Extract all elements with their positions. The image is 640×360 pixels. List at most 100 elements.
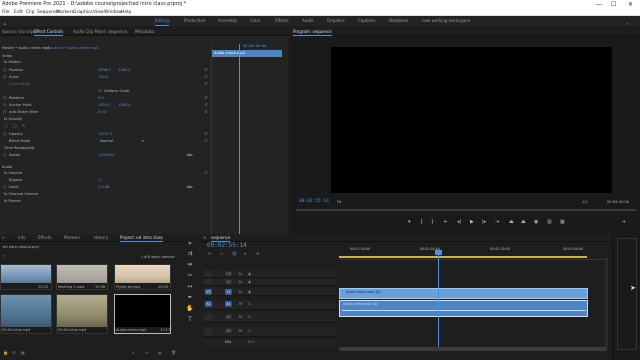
reset-icon[interactable]: ↺	[204, 81, 207, 86]
workspace-effects[interactable]: Effects	[275, 16, 289, 26]
workspace-productive[interactable]: Productive	[184, 16, 205, 26]
stopwatch-icon[interactable]: ◷	[3, 75, 7, 79]
workspace-assembly[interactable]: Assembly	[218, 16, 237, 26]
ec-clip-bar[interactable]: Audio check.mp4	[212, 50, 282, 57]
scale-value[interactable]: 100.0	[98, 75, 108, 79]
stopwatch-icon[interactable]: ◷	[3, 103, 7, 107]
source-patch-a2[interactable]	[205, 314, 212, 320]
snap-icon[interactable]: ∩	[220, 252, 223, 256]
toggle-output-icon[interactable]: ◉	[246, 279, 253, 285]
track-target-a2[interactable]: A2	[225, 314, 232, 320]
workspace-editing[interactable]: Editing	[155, 16, 169, 26]
program-video-frame[interactable]	[331, 47, 612, 193]
chevron-down-icon[interactable]: ▾	[142, 139, 144, 143]
menu-edit[interactable]: Edit	[14, 9, 23, 16]
tab-info[interactable]: Info	[18, 234, 26, 242]
stopwatch-icon[interactable]: ◷	[3, 68, 7, 72]
reset-icon[interactable]: ↺	[204, 102, 207, 107]
hand-tool-icon[interactable]: ✋	[186, 305, 194, 313]
source-patch-v1[interactable]: V1	[205, 289, 212, 295]
menu-markers[interactable]: Markers	[56, 9, 74, 16]
workspace-audio[interactable]: Audio	[302, 16, 313, 26]
stopwatch-icon[interactable]: ◷	[3, 153, 7, 157]
menu-help[interactable]: Help	[121, 9, 131, 16]
reset-icon[interactable]: ↺	[204, 109, 207, 114]
tab-overflow[interactable]: «	[2, 234, 4, 242]
extract-icon[interactable]: ⏏	[521, 219, 526, 225]
mix-value[interactable]: 0.0	[248, 340, 254, 344]
mix-track-header[interactable]: Mix 0.0	[203, 339, 336, 346]
stopwatch-icon[interactable]: ◷	[3, 185, 7, 189]
anchor-y-value[interactable]: 1080.0	[118, 103, 131, 107]
close-icon[interactable]: ✕	[203, 234, 206, 242]
reset-icon[interactable]: ↺	[204, 67, 207, 72]
audio-clip[interactable]: Audio check.mp4 [A]	[339, 300, 588, 317]
timeline-settings-icon[interactable]: ⚙	[256, 252, 260, 256]
fit-select[interactable]: Fit	[337, 200, 341, 204]
source-patch-v3[interactable]	[205, 271, 212, 277]
export-frame-icon[interactable]: ◉	[534, 219, 538, 225]
mute-button[interactable]: M	[237, 328, 244, 334]
speed-value[interactable]: 100.00%	[98, 153, 114, 157]
reset-icon[interactable]: ↺	[204, 74, 207, 79]
slip-tool-icon[interactable]: ↔	[186, 283, 194, 291]
menu-window[interactable]: Window	[104, 9, 122, 16]
track-target-v3[interactable]: V3	[225, 271, 232, 277]
position-y-value[interactable]: 1080.0	[118, 68, 131, 72]
maximize-button[interactable]: ☐	[611, 0, 616, 9]
section-opacity[interactable]: fx Opacity	[4, 117, 22, 121]
position-x-value[interactable]: 2698.0	[98, 68, 111, 72]
program-monitor-title[interactable]: Program: sequence	[293, 28, 332, 36]
tab-effect-controls[interactable]: Effect Controls	[34, 28, 64, 36]
pen-tool-icon[interactable]: ✒	[186, 294, 194, 302]
work-area-bar[interactable]	[339, 256, 587, 258]
add-button-icon[interactable]: +	[622, 219, 626, 225]
anti-flicker-value[interactable]: 0.00	[98, 110, 106, 114]
lock-icon[interactable]: 🔒	[3, 351, 8, 355]
level-value[interactable]: 0.0 dB	[98, 185, 110, 189]
workspace-graphics[interactable]: Graphics	[327, 16, 345, 26]
track-target-v1[interactable]: V1	[225, 289, 232, 295]
menu-view[interactable]: View	[93, 9, 104, 16]
section-panner[interactable]: fx Panner	[4, 199, 21, 203]
close-button[interactable]: ✕	[628, 0, 633, 9]
ripple-edit-tool-icon[interactable]: ⇹	[186, 261, 194, 269]
anchor-x-value[interactable]: 1920.0	[98, 103, 111, 107]
mute-button[interactable]: M	[237, 314, 244, 320]
tab-history[interactable]: History	[94, 234, 108, 242]
comparison-view-icon[interactable]: ▥	[547, 219, 552, 225]
ec-playhead[interactable]	[239, 44, 240, 254]
menu-graphics[interactable]: Graphics	[73, 9, 93, 16]
add-marker-icon[interactable]: ▾	[408, 219, 411, 225]
track-fx-button[interactable]: fx	[237, 289, 244, 295]
rectangle-mask-icon[interactable]: □	[13, 124, 17, 128]
insert-overwrite-icon[interactable]: ⊡	[208, 252, 211, 256]
menu-clip[interactable]: Clip	[26, 9, 35, 16]
razor-tool-icon[interactable]: ✂	[186, 272, 194, 280]
track-target-a1[interactable]: A1	[225, 301, 232, 307]
track-header-v2[interactable]: V2 fx ◉	[203, 278, 336, 286]
video-clip[interactable]: Audio check.mp4 [V]	[339, 288, 588, 299]
checkbox-checked-icon[interactable]: ☑	[98, 89, 102, 93]
icon-view-icon[interactable]: ▦	[21, 351, 25, 355]
track-header-a3[interactable]: A3 M S	[203, 327, 336, 337]
search-icon[interactable]: ⌕	[132, 351, 134, 355]
list-view-icon[interactable]: ☰	[12, 351, 16, 355]
solo-button[interactable]: S	[246, 314, 253, 320]
linked-selection-icon[interactable]: ⛓	[232, 252, 237, 256]
toggle-output-icon[interactable]: ◉	[246, 289, 253, 295]
timeline-timecode[interactable]: 00:02:55:14	[207, 242, 247, 249]
step-forward-icon[interactable]: |▸	[482, 219, 486, 225]
source-patch-a3[interactable]	[205, 328, 212, 334]
minimize-button[interactable]: —	[596, 0, 602, 9]
timeline-vertical-scrollbar[interactable]	[605, 258, 608, 348]
mute-button[interactable]: M	[237, 301, 244, 307]
section-time-remapping[interactable]: Time Remapping	[4, 146, 34, 150]
tab-markers[interactable]: Markers	[64, 234, 80, 242]
timeline-playhead[interactable]	[438, 250, 439, 348]
workspace-notebook[interactable]: Notebook	[389, 16, 408, 26]
selection-tool-icon[interactable]: ➤	[186, 240, 194, 248]
tab-source[interactable]: Source: (no clips)	[2, 28, 37, 36]
tab-project[interactable]: Project: ed intro class	[120, 234, 163, 242]
section-motion[interactable]: fx Motion	[4, 60, 21, 64]
